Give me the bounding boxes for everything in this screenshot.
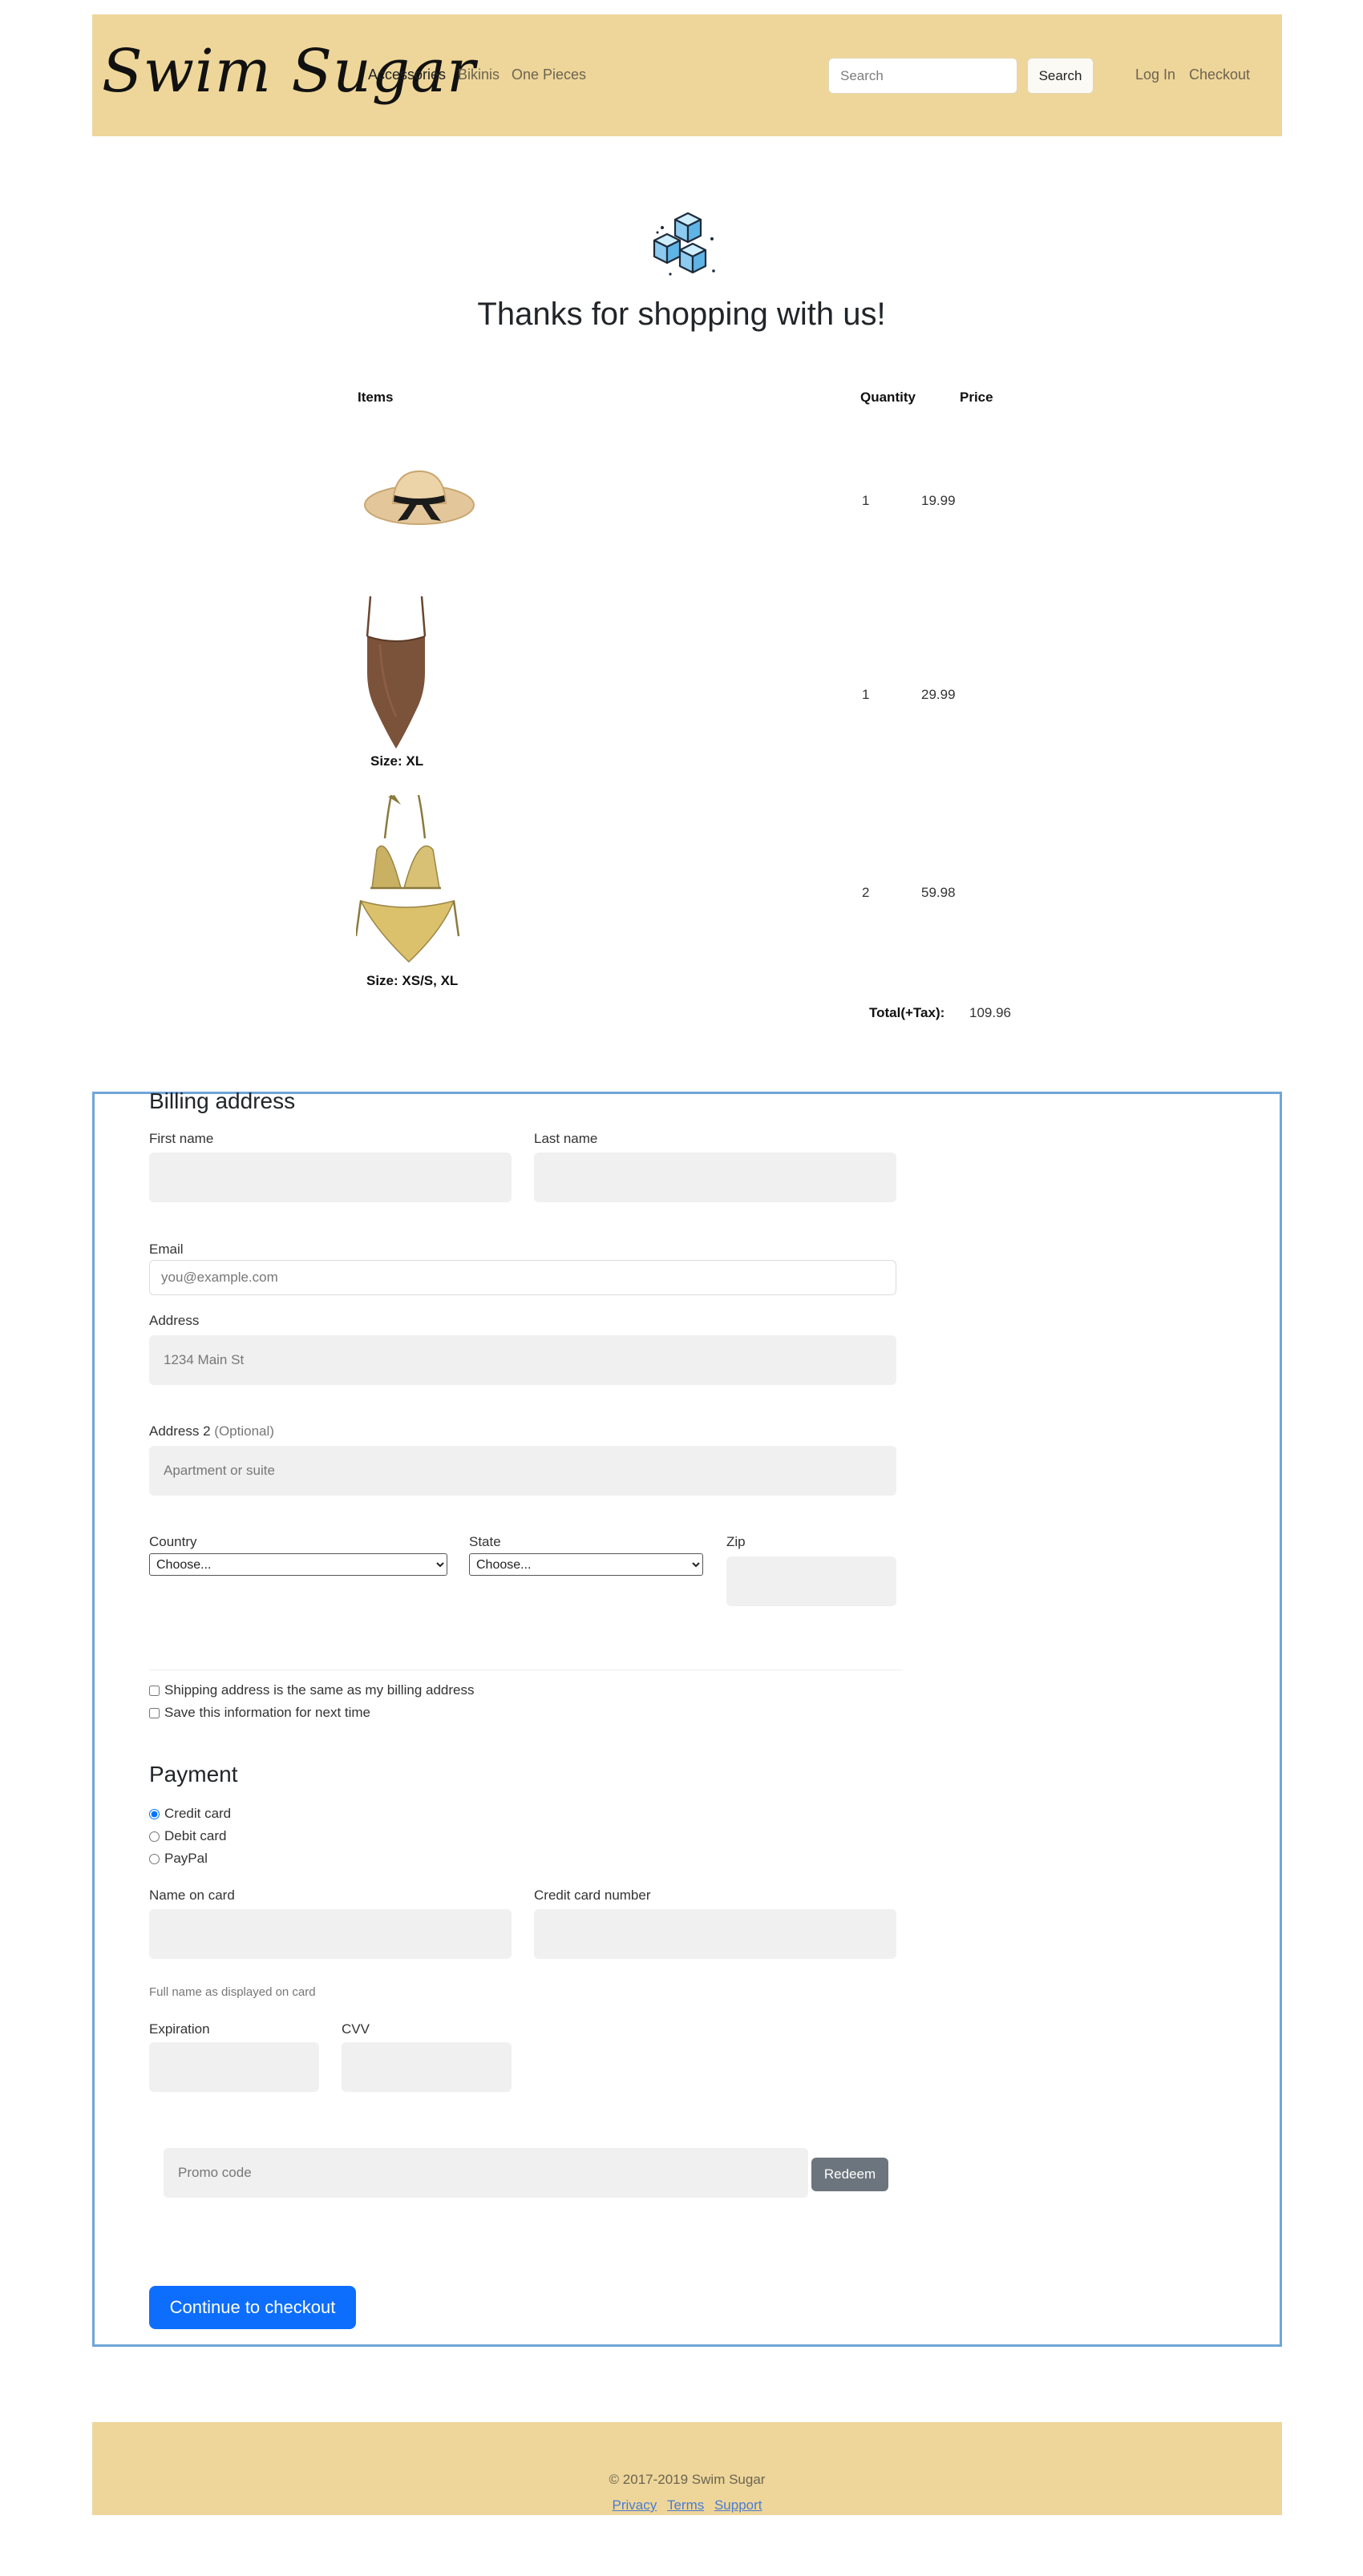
address2-field[interactable] (149, 1446, 896, 1496)
zip-label: Zip (726, 1534, 746, 1549)
paypal-label: PayPal (164, 1851, 208, 1866)
address-label: Address (149, 1313, 200, 1328)
paypal-radio[interactable] (149, 1853, 160, 1864)
item-2-quantity: 1 (862, 687, 870, 702)
item-2-size: Size: XL (370, 753, 424, 769)
search-input[interactable] (828, 58, 1017, 94)
same-address-checkbox[interactable] (149, 1685, 160, 1696)
straw-hat-image[interactable] (362, 465, 476, 531)
item-1-quantity: 1 (862, 493, 870, 508)
name-on-card-help: Full name as displayed on card (149, 1985, 316, 1999)
support-link[interactable]: Support (714, 2497, 762, 2513)
footer: © 2017-2019 Swim Sugar Privacy Terms Sup… (92, 2422, 1282, 2515)
address-field[interactable] (149, 1335, 896, 1385)
credit-card-radio-row[interactable]: Credit card (149, 1806, 231, 1822)
country-select[interactable]: Choose... (149, 1553, 447, 1576)
paypal-radio-row[interactable]: PayPal (149, 1851, 208, 1867)
optional-hint: (Optional) (214, 1423, 274, 1439)
brown-one-piece-swimsuit-image[interactable] (356, 596, 436, 750)
privacy-link[interactable]: Privacy (612, 2497, 657, 2513)
terms-link[interactable]: Terms (667, 2497, 704, 2513)
card-number-label: Credit card number (534, 1888, 651, 1903)
item-3-size: Size: XS/S, XL (366, 973, 459, 988)
state-label: State (469, 1534, 501, 1549)
search-button[interactable]: Search (1027, 58, 1094, 94)
thank-you-title: Thanks for shopping with us! (477, 297, 886, 332)
item-3-quantity: 2 (862, 885, 870, 900)
debit-card-radio-row[interactable]: Debit card (149, 1828, 226, 1844)
same-address-checkbox-row[interactable]: Shipping address is the same as my billi… (149, 1682, 474, 1698)
total-label: Total(+Tax): (869, 1005, 945, 1020)
item-3-price: 59.98 (921, 885, 956, 900)
login-link[interactable]: Log In (1135, 67, 1175, 83)
continue-checkout-button[interactable]: Continue to checkout (149, 2286, 356, 2329)
expiration-label: Expiration (149, 2021, 210, 2037)
last-name-label: Last name (534, 1131, 598, 1146)
credit-card-radio[interactable] (149, 1808, 160, 1819)
items-header: Items (358, 390, 394, 405)
redeem-button[interactable]: Redeem (811, 2158, 888, 2191)
nav-link-one-pieces[interactable]: One Pieces (512, 67, 586, 83)
cvv-label: CVV (342, 2021, 370, 2037)
billing-title: Billing address (149, 1088, 296, 1113)
price-header: Price (960, 390, 993, 405)
email-label: Email (149, 1242, 184, 1257)
copyright-text: © 2017-2019 Swim Sugar (609, 2472, 766, 2487)
card-number-field[interactable] (534, 1909, 896, 1959)
gold-bikini-image[interactable] (356, 793, 460, 971)
ice-cubes-icon (653, 212, 715, 276)
address2-label-text: Address 2 (149, 1423, 211, 1439)
checkout-link[interactable]: Checkout (1189, 67, 1250, 83)
footer-links: Privacy Terms Support (92, 2497, 1282, 2513)
nav-link-accessories[interactable]: Accessories (368, 67, 446, 83)
same-address-label: Shipping address is the same as my billi… (164, 1682, 475, 1698)
zip-field[interactable] (726, 1557, 896, 1606)
item-2-price: 29.99 (921, 687, 956, 702)
email-field[interactable] (149, 1260, 896, 1295)
last-name-field[interactable] (534, 1153, 896, 1202)
address2-label: Address 2 (Optional) (149, 1423, 274, 1439)
payment-title: Payment (149, 1762, 238, 1787)
first-name-field[interactable] (149, 1153, 512, 1202)
credit-card-label: Credit card (164, 1806, 232, 1821)
name-on-card-field[interactable] (149, 1909, 512, 1959)
navbar: Swim Sugar Accessories Bikinis One Piece… (92, 14, 1282, 136)
cvv-field[interactable] (342, 2042, 512, 2092)
name-on-card-label: Name on card (149, 1888, 235, 1903)
save-info-checkbox-row[interactable]: Save this information for next time (149, 1705, 370, 1721)
promo-code-field[interactable] (164, 2148, 808, 2198)
debit-card-radio[interactable] (149, 1831, 160, 1842)
country-label: Country (149, 1534, 197, 1549)
first-name-label: First name (149, 1131, 214, 1146)
save-info-label: Save this information for next time (164, 1705, 371, 1720)
state-select[interactable]: Choose... (469, 1553, 703, 1576)
item-1-price: 19.99 (921, 493, 956, 508)
expiration-field[interactable] (149, 2042, 319, 2092)
total-value: 109.96 (969, 1005, 1011, 1020)
quantity-header: Quantity (860, 390, 916, 405)
nav-link-bikinis[interactable]: Bikinis (458, 67, 499, 83)
debit-card-label: Debit card (164, 1828, 227, 1843)
save-info-checkbox[interactable] (149, 1707, 160, 1718)
